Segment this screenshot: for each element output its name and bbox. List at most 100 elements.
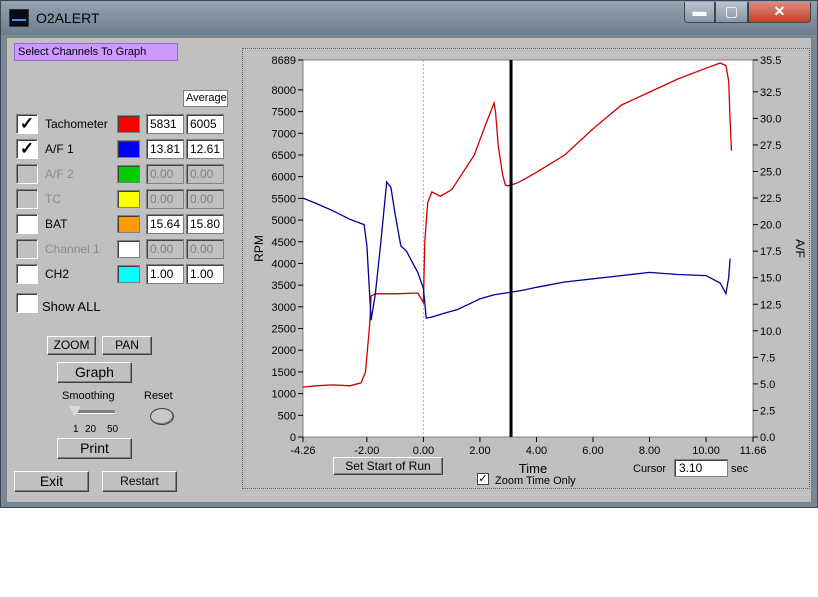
channel-value: 5831 <box>146 114 184 134</box>
y-tick-label: 2500 <box>272 324 296 336</box>
minimize-icon: ▬ <box>692 3 707 19</box>
channel-value: 15.64 <box>146 214 184 234</box>
channel-average: 0.00 <box>186 239 224 259</box>
zoom-time-checkbox[interactable]: ✓ <box>477 473 489 485</box>
x-tick-label: 11.66 <box>740 445 767 457</box>
channel-checkbox[interactable]: ✓ <box>16 114 38 134</box>
channel-checkbox[interactable] <box>16 264 38 284</box>
close-icon: ✕ <box>773 3 786 19</box>
sec-label: sec <box>731 463 749 475</box>
y-tick-label: 1500 <box>272 367 296 379</box>
y2-tick-label: 15.0 <box>760 273 781 285</box>
plot-area <box>302 59 754 438</box>
channel-color-swatch[interactable] <box>117 215 140 233</box>
channel-color-swatch[interactable] <box>117 265 140 283</box>
print-button[interactable]: Print <box>57 438 132 459</box>
minimize-button[interactable]: ▬ <box>684 2 715 23</box>
channel-color-swatch[interactable] <box>117 190 140 208</box>
y2-tick-label: 35.5 <box>760 55 781 67</box>
y2-tick-label: 25.0 <box>760 167 781 179</box>
channel-value: 13.81 <box>146 139 184 159</box>
pan-button[interactable]: PAN <box>102 336 152 355</box>
maximize-button[interactable]: ▢ <box>715 2 748 23</box>
y2-tick-label: 32.5 <box>760 87 781 99</box>
channel-value: 0.00 <box>146 239 184 259</box>
channel-value: 0.00 <box>146 189 184 209</box>
title-bar[interactable]: O2ALERT ▬ ▢ ✕ <box>1 1 817 35</box>
channel-checkbox[interactable]: ✓ <box>16 139 38 159</box>
y-tick-label: 4500 <box>272 237 296 249</box>
channel-checkbox[interactable] <box>16 189 38 209</box>
channel-average: 1.00 <box>186 264 224 284</box>
channel-average: 12.61 <box>186 139 224 159</box>
channel-color-swatch[interactable] <box>117 115 140 133</box>
y-tick-label: 3000 <box>272 302 296 314</box>
y2-tick-label: 12.5 <box>760 299 781 311</box>
close-button[interactable]: ✕ <box>748 2 811 23</box>
window-title: O2ALERT <box>36 10 100 26</box>
zoom-button[interactable]: ZOOM <box>47 336 96 355</box>
y2-tick-label: 20.0 <box>760 220 781 232</box>
client-area: Select Channels To Graph Average ✓ Tachom… <box>6 37 812 503</box>
y-tick-label: 8689 <box>272 55 296 67</box>
app-icon <box>9 9 29 27</box>
y-tick-label: 6000 <box>272 172 296 184</box>
cursor-input[interactable]: 3.10 <box>674 459 728 477</box>
y-tick-label: 7000 <box>272 128 296 140</box>
y-tick-label: 1000 <box>272 389 296 401</box>
y-tick-label: 7500 <box>272 107 296 119</box>
exit-button[interactable]: Exit <box>14 471 89 492</box>
y-tick-label: 2000 <box>272 345 296 357</box>
channel-value: 0.00 <box>146 164 184 184</box>
channel-average: 15.80 <box>186 214 224 234</box>
average-label: Average <box>183 90 228 107</box>
y-tick-label: 5000 <box>272 215 296 227</box>
slider-thumb[interactable] <box>69 406 81 417</box>
channel-color-swatch[interactable] <box>117 165 140 183</box>
smoothing-label: Smoothing <box>62 390 115 402</box>
channel-label: A/F 1 <box>45 142 74 156</box>
y2-tick-label: 5.0 <box>760 379 775 391</box>
channel-average: 0.00 <box>186 164 224 184</box>
y-axis-label: RPM <box>252 235 266 262</box>
check-icon: ✓ <box>478 473 488 485</box>
y-tick-label: 8000 <box>272 85 296 97</box>
y-tick-label: 0 <box>290 432 296 444</box>
y-tick-label: 4000 <box>272 258 296 270</box>
channel-label: BAT <box>45 217 68 231</box>
x-tick-label: -2.00 <box>354 445 379 457</box>
x-tick-label: 2.00 <box>469 445 490 457</box>
channel-checkbox[interactable] <box>16 239 38 259</box>
y-tick-label: 5500 <box>272 193 296 205</box>
x-axis-label: Time <box>519 461 547 476</box>
set-start-button[interactable]: Set Start of Run <box>333 457 443 475</box>
chart-panel[interactable]: 8689 8000 7500 7000 6500 6000 5500 5000 4500 4000… <box>242 48 810 489</box>
y2-axis-label: A/F <box>793 239 807 258</box>
channel-color-swatch[interactable] <box>117 240 140 258</box>
channel-label: CH2 <box>45 267 70 281</box>
x-tick-label: -4.26 <box>290 445 315 457</box>
channel-checkbox[interactable] <box>16 164 38 184</box>
reset-label: Reset <box>144 390 173 402</box>
select-channels-label: Select Channels To Graph <box>14 43 178 61</box>
check-icon: ✓ <box>19 114 35 133</box>
channel-average: 6005 <box>186 114 224 134</box>
smoothing-slider[interactable] <box>69 406 115 424</box>
y2-tick-label: 22.5 <box>760 193 781 205</box>
show-all-checkbox[interactable] <box>16 293 38 313</box>
channel-label: A/F 2 <box>45 167 74 181</box>
restart-button[interactable]: Restart <box>102 471 177 492</box>
x-tick-label: 0.00 <box>413 445 434 457</box>
channel-color-swatch[interactable] <box>117 140 140 158</box>
maximize-icon: ▢ <box>724 3 739 19</box>
channel-checkbox[interactable] <box>16 214 38 234</box>
chart-svg[interactable]: 8689800075007000650060005500500045004000… <box>243 49 809 488</box>
y-tick-label: 3500 <box>272 280 296 292</box>
graph-button[interactable]: Graph <box>57 362 132 383</box>
show-all-label: Show ALL <box>42 299 101 314</box>
smoothing-tick-50: 50 <box>107 424 119 435</box>
app-window: O2ALERT ▬ ▢ ✕ Select Channels To Graph A… <box>0 0 818 508</box>
x-tick-label: 6.00 <box>582 445 603 457</box>
x-tick-label: 8.00 <box>639 445 660 457</box>
reset-button[interactable] <box>150 408 174 425</box>
